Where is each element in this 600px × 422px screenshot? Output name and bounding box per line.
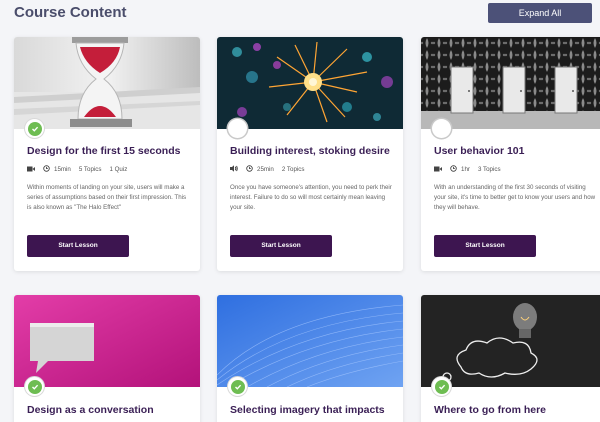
lesson-description: Within moments of landing on your site, … [27,184,187,211]
lesson-thumbnail-blue-waves [217,295,403,387]
completed-status-icon [432,377,451,396]
clock-icon [246,165,253,174]
lesson-meta: 15min 5 Topics 1 Quiz [27,165,127,174]
lesson-title[interactable]: Where to go from here [434,404,546,416]
video-icon [434,166,442,174]
lesson-description: With an understanding of the first 30 se… [434,184,596,211]
page-header: Course Content Expand All [14,0,592,30]
lesson-card[interactable]: Where to go from here [421,295,600,422]
lesson-topics: 2 Topics [281,166,305,173]
lesson-quiz: 1 Quiz [109,166,128,173]
video-icon [27,166,35,174]
lesson-thumbnail-doors [421,37,600,129]
completed-status-icon [25,119,44,138]
completed-status-icon [228,377,247,396]
lesson-duration: 1hr [461,166,470,173]
lesson-title[interactable]: User behavior 101 [434,145,524,157]
lesson-description: Once you have someone's attention, you n… [230,184,392,211]
lesson-duration: 25min [257,166,274,173]
lesson-thumbnail-sparkler [217,37,403,129]
lesson-title[interactable]: Design as a conversation [27,404,154,416]
lesson-thumbnail-hourglass [14,37,200,129]
completed-status-icon [25,377,44,396]
lesson-topics: 5 Topics [78,166,102,173]
lesson-topics: 3 Topics [477,166,501,173]
lesson-title[interactable]: Selecting imagery that impacts [230,404,385,416]
lesson-card[interactable]: Selecting imagery that impacts [217,295,403,422]
start-lesson-button[interactable]: Start Lesson [230,235,332,257]
lesson-card[interactable]: User behavior 101 1hr 3 Topics With an u… [421,37,600,271]
start-lesson-button[interactable]: Start Lesson [27,235,129,257]
clock-icon [450,165,457,174]
incomplete-status-icon [432,119,451,138]
expand-all-button[interactable]: Expand All [488,3,592,23]
lesson-card[interactable]: Design for the first 15 seconds 15min 5 … [14,37,200,271]
lesson-thumbnail-speech-bubble [14,295,200,387]
page-title: Course Content [14,4,127,21]
lesson-card[interactable]: Design as a conversation [14,295,200,422]
lesson-thumbnail-lightbulb [421,295,600,387]
start-lesson-button[interactable]: Start Lesson [434,235,536,257]
lesson-card[interactable]: Building interest, stoking desire 25min … [217,37,403,271]
audio-icon [230,165,238,174]
lesson-duration: 15min [54,166,71,173]
lesson-meta: 1hr 3 Topics [434,165,501,174]
lesson-title[interactable]: Building interest, stoking desire [230,145,390,157]
clock-icon [43,165,50,174]
lesson-title[interactable]: Design for the first 15 seconds [27,145,180,157]
incomplete-status-icon [228,119,247,138]
lesson-meta: 25min 2 Topics [230,165,304,174]
